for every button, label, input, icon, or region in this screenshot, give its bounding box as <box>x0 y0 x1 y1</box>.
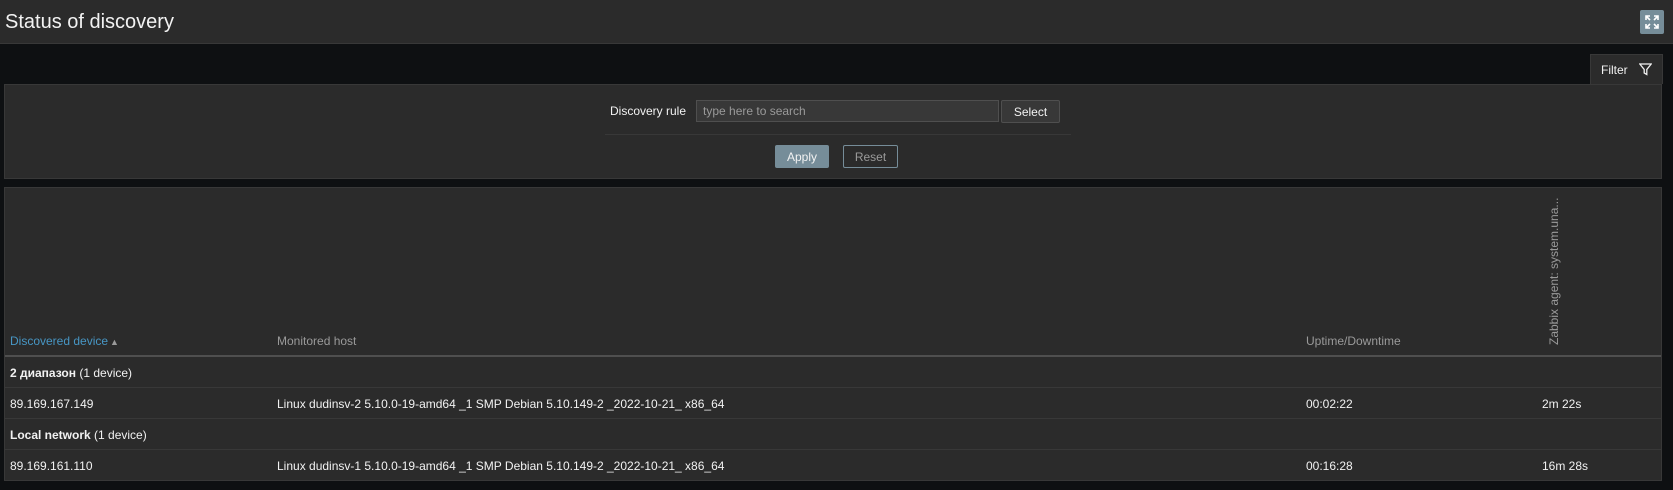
fullscreen-icon <box>1645 15 1659 29</box>
filter-panel: Discovery rule Select Apply Reset <box>4 84 1662 179</box>
group-name: Local network <box>10 428 91 442</box>
sort-ascending-icon: ▲ <box>110 337 119 347</box>
group-count: (1 device) <box>94 428 147 442</box>
uptime-value: 00:16:28 <box>1306 459 1353 473</box>
filter-icon <box>1638 63 1652 76</box>
filter-tab-label: Filter <box>1601 62 1628 77</box>
discovery-table: Discovered device ▲ Monitored host Uptime… <box>4 187 1662 481</box>
column-header-monitored-host: Monitored host <box>277 334 357 348</box>
group-count: (1 device) <box>79 366 133 380</box>
filter-divider <box>605 134 1071 135</box>
reset-button[interactable]: Reset <box>843 145 898 168</box>
group-name: 2 диапазон <box>10 366 76 380</box>
page-title: Status of discovery <box>5 11 174 33</box>
device-ip: 89.169.167.149 <box>10 397 94 411</box>
table-row: 89.169.167.149 Linux dudinsv-2 5.10.0-19… <box>5 388 1661 419</box>
discovery-rule-label: Discovery rule <box>610 104 687 118</box>
filter-tab[interactable]: Filter <box>1590 54 1663 84</box>
check-value: 16m 28s <box>1542 459 1589 473</box>
check-value: 2m 22s <box>1542 397 1582 411</box>
column-header-check: Zabbix agent: system.una... <box>1547 195 1561 345</box>
uptime-value: 00:02:22 <box>1306 397 1353 411</box>
monitored-host: Linux dudinsv-2 5.10.0-19-amd64 _1 SMP D… <box>277 397 725 411</box>
column-header-discovered-device[interactable]: Discovered device ▲ <box>10 334 119 349</box>
discovery-rule-search-input[interactable] <box>696 100 999 122</box>
monitored-host: Linux dudinsv-1 5.10.0-19-amd64 _1 SMP D… <box>277 459 725 473</box>
fullscreen-button[interactable] <box>1640 10 1664 34</box>
group-row: Local network (1 device) <box>5 419 1661 450</box>
group-row: 2 диапазон (1 device) <box>5 357 1661 388</box>
select-button[interactable]: Select <box>1001 100 1060 123</box>
page-header: Status of discovery <box>0 0 1673 44</box>
device-ip: 89.169.161.110 <box>10 459 93 473</box>
table-row: 89.169.161.110 Linux dudinsv-1 5.10.0-19… <box>5 450 1661 481</box>
column-header-check-label: Zabbix agent: system.una... <box>1547 197 1561 345</box>
column-header-uptime: Uptime/Downtime <box>1306 334 1401 348</box>
apply-button[interactable]: Apply <box>775 145 829 168</box>
